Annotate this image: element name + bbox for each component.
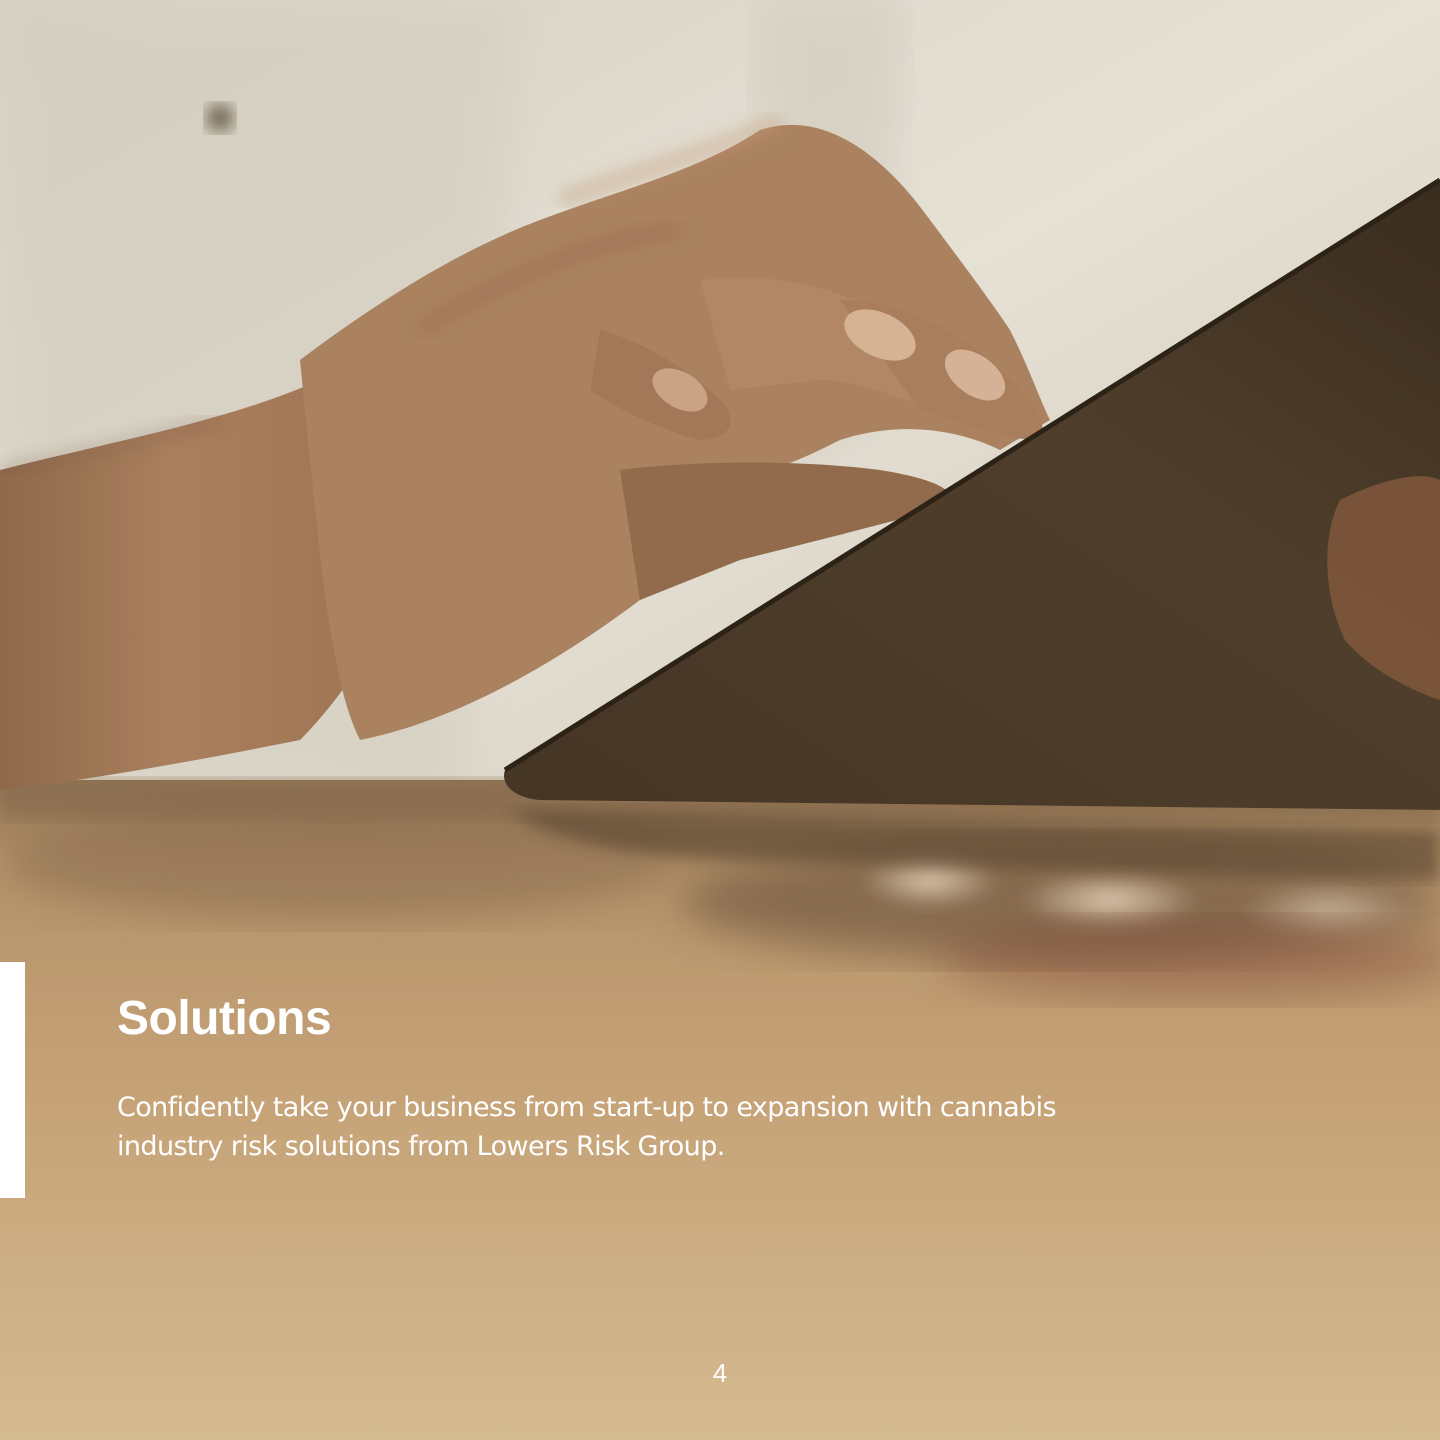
hand-on-tablet-photo <box>0 0 1440 1440</box>
section-body-text: Confidently take your business from star… <box>117 1092 1057 1162</box>
brochure-page: Solutions Confidently take your business… <box>0 0 1440 1440</box>
page-number: 4 <box>712 1358 728 1388</box>
section-heading: Solutions <box>117 992 332 1045</box>
accent-bar <box>0 962 25 1198</box>
